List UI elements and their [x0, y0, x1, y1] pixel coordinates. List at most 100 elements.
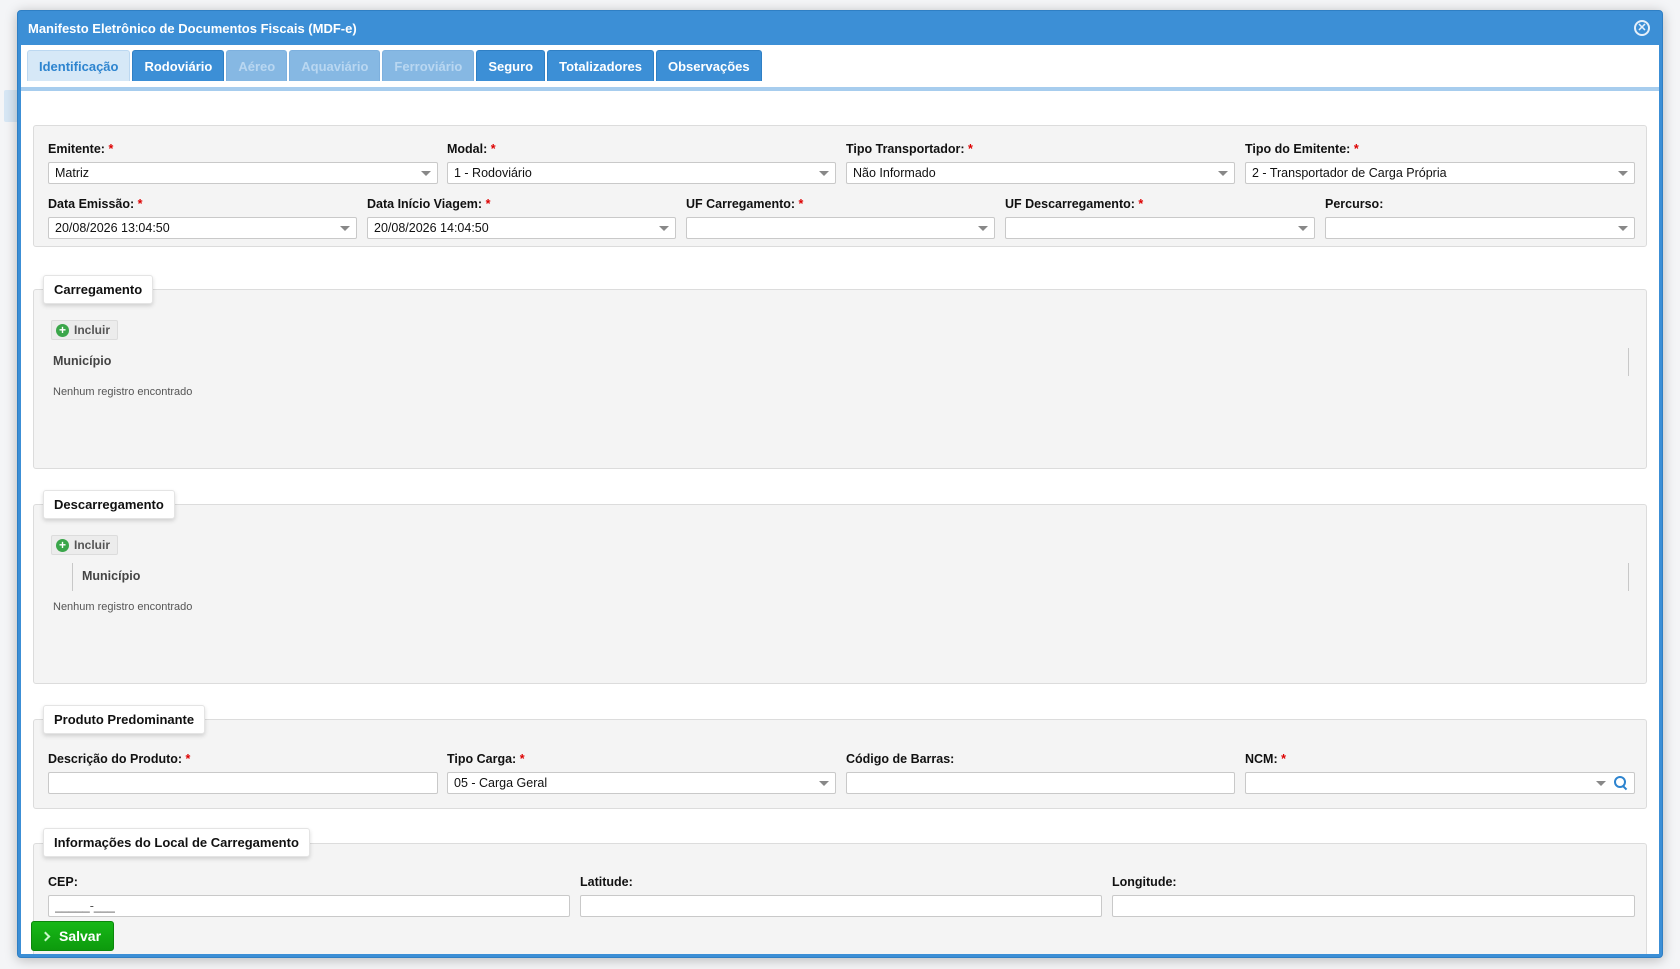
dialog-titlebar: Manifesto Eletrônico de Documentos Fisca…	[18, 11, 1662, 45]
ncm-select[interactable]	[1245, 772, 1635, 794]
dialog-title: Manifesto Eletrônico de Documentos Fisca…	[28, 20, 357, 36]
save-label: Salvar	[59, 928, 102, 944]
latitude-input[interactable]	[580, 895, 1102, 917]
descarregamento-incluir-button[interactable]: + Incluir	[51, 535, 119, 555]
codigo-barras-label: Código de Barras:	[846, 752, 955, 766]
percurso-label: Percurso:	[1325, 197, 1384, 211]
tab-seguro[interactable]: Seguro	[476, 50, 546, 81]
data-inicio-field: Data Início Viagem: * 20/08/2026 14:04:5…	[367, 197, 676, 239]
required-marker: *	[137, 197, 143, 211]
chevron-down-icon	[819, 170, 829, 176]
tipo-emitente-label: Tipo do Emitente:	[1245, 142, 1351, 156]
tipo-transportador-field: Tipo Transportador: * Não Informado	[846, 142, 1235, 184]
chevron-down-icon	[1218, 170, 1228, 176]
uf-descarregamento-field: UF Descarregamento: *	[1005, 197, 1315, 239]
tab-bar: Identificação Rodoviário Aéreo Aquaviári…	[21, 45, 1659, 91]
data-emissao-field: Data Emissão: * 20/08/2026 13:04:50	[48, 197, 357, 239]
data-inicio-picker[interactable]: 20/08/2026 14:04:50	[367, 217, 676, 239]
local-carregamento-legend: Informações do Local de Carregamento	[43, 828, 310, 857]
percurso-field: Percurso:	[1325, 197, 1635, 239]
data-emissao-picker[interactable]: 20/08/2026 13:04:50	[48, 217, 357, 239]
modal-field: Modal: * 1 - Rodoviário	[447, 142, 836, 184]
uf-descarregamento-label: UF Descarregamento:	[1005, 197, 1135, 211]
longitude-input[interactable]	[1112, 895, 1635, 917]
carregamento-incluir-button[interactable]: + Incluir	[51, 320, 119, 340]
search-icon[interactable]	[1614, 776, 1628, 790]
modal-select[interactable]: 1 - Rodoviário	[447, 162, 836, 184]
plus-icon: +	[56, 323, 69, 337]
tab-totalizadores[interactable]: Totalizadores	[547, 50, 654, 81]
required-marker: *	[798, 197, 804, 211]
descricao-produto-label: Descrição do Produto:	[48, 752, 183, 766]
incluir-label: Incluir	[74, 323, 111, 337]
save-button[interactable]: Salvar	[31, 921, 115, 951]
tipo-transportador-value: Não Informado	[853, 166, 936, 180]
required-marker: *	[108, 142, 114, 156]
cep-value: _____-___	[55, 899, 115, 913]
required-marker: *	[1138, 197, 1144, 211]
modal-value: 1 - Rodoviário	[454, 166, 532, 180]
chevron-down-icon	[1298, 225, 1308, 231]
local-carregamento-panel: CEP: _____-___ Latitude: Longitude:	[33, 843, 1647, 954]
descricao-produto-field: Descrição do Produto: *	[48, 752, 438, 794]
tab-aereo: Aéreo	[226, 50, 288, 81]
uf-descarregamento-select[interactable]	[1005, 217, 1315, 239]
emitente-label: Emitente:	[48, 142, 105, 156]
tab-ferroviario: Ferroviário	[382, 50, 475, 81]
identificacao-panel: Emitente: * Matriz Modal: * 1 - Rodoviár…	[33, 125, 1647, 247]
tab-observacoes[interactable]: Observações	[655, 50, 762, 81]
latitude-field: Latitude:	[580, 875, 1102, 917]
tab-identificacao[interactable]: Identificação	[27, 50, 131, 81]
uf-carregamento-label: UF Carregamento:	[686, 197, 796, 211]
dialog-body: Identificação Rodoviário Aéreo Aquaviári…	[21, 45, 1659, 954]
tipo-transportador-label: Tipo Transportador:	[846, 142, 965, 156]
cep-field: CEP: _____-___	[48, 875, 570, 917]
codigo-barras-input[interactable]	[846, 772, 1235, 794]
required-marker: *	[519, 752, 525, 766]
required-marker: *	[968, 142, 973, 156]
cep-label: CEP:	[48, 875, 78, 889]
chevron-down-icon	[1618, 225, 1628, 231]
latitude-label: Latitude:	[580, 875, 633, 889]
tipo-emitente-select[interactable]: 2 - Transportador de Carga Própria	[1245, 162, 1635, 184]
tipo-carga-select[interactable]: 05 - Carga Geral	[447, 772, 836, 794]
tipo-emitente-field: Tipo do Emitente: * 2 - Transportador de…	[1245, 142, 1635, 184]
tipo-emitente-value: 2 - Transportador de Carga Própria	[1252, 166, 1447, 180]
municipio-column-header[interactable]: Município	[82, 569, 140, 583]
chevron-right-icon	[40, 931, 51, 941]
incluir-label: Incluir	[74, 538, 111, 552]
descarregamento-panel: + Incluir Município Nenhum registro enco…	[33, 504, 1647, 684]
empty-message: Nenhum registro encontrado	[53, 386, 193, 398]
emitente-value: Matriz	[55, 166, 90, 180]
chevron-down-icon	[978, 225, 988, 231]
close-icon[interactable]: ✕	[1634, 20, 1650, 36]
descricao-produto-input[interactable]	[48, 772, 438, 794]
ncm-field: NCM: *	[1245, 752, 1635, 794]
chevron-down-icon	[819, 780, 829, 786]
tab-rodoviario[interactable]: Rodoviário	[132, 50, 225, 81]
tipo-carga-label: Tipo Carga:	[447, 752, 517, 766]
tipo-transportador-select[interactable]: Não Informado	[846, 162, 1235, 184]
carregamento-legend: Carregamento	[43, 275, 154, 304]
mdfe-dialog: Manifesto Eletrônico de Documentos Fisca…	[17, 10, 1663, 958]
chevron-down-icon	[1596, 780, 1606, 786]
longitude-field: Longitude:	[1112, 875, 1635, 917]
longitude-label: Longitude:	[1112, 875, 1177, 889]
percurso-select[interactable]	[1325, 217, 1635, 239]
emitente-select[interactable]: Matriz	[48, 162, 438, 184]
uf-carregamento-select[interactable]	[686, 217, 995, 239]
plus-icon: +	[56, 538, 69, 552]
modal-label: Modal:	[447, 142, 488, 156]
codigo-barras-field: Código de Barras:	[846, 752, 1235, 794]
tab-aquaviario: Aquaviário	[289, 50, 381, 81]
chevron-down-icon	[1618, 170, 1628, 176]
cep-input[interactable]: _____-___	[48, 895, 570, 917]
produto-legend: Produto Predominante	[43, 705, 206, 734]
municipio-column-header[interactable]: Município	[53, 354, 111, 368]
chevron-down-icon	[340, 225, 350, 231]
chevron-down-icon	[421, 170, 431, 176]
column-divider	[1628, 563, 1629, 591]
tab-content: Emitente: * Matriz Modal: * 1 - Rodoviár…	[21, 91, 1659, 954]
column-divider	[72, 563, 73, 591]
data-emissao-value: 20/08/2026 13:04:50	[55, 221, 170, 235]
